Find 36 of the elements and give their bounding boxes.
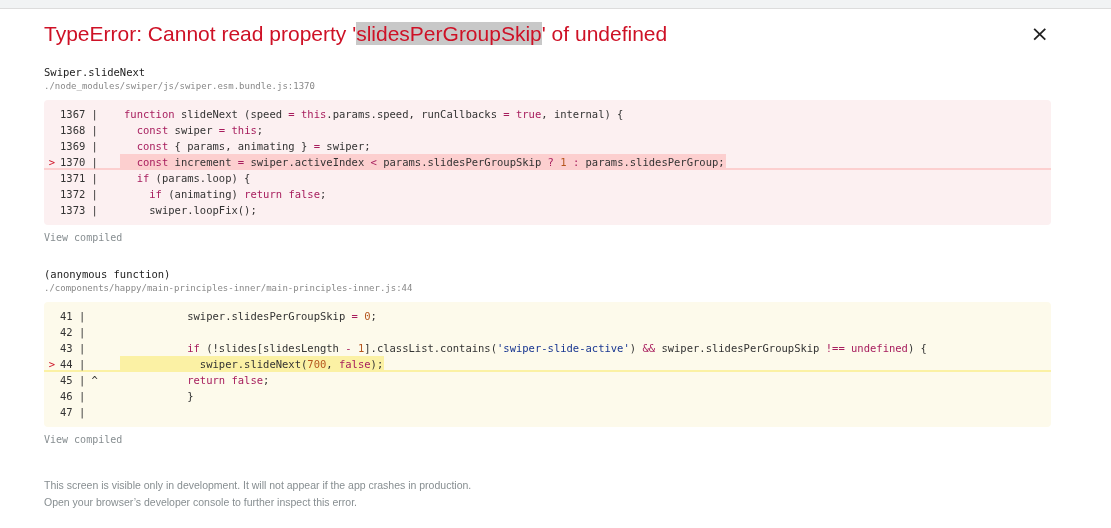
code-line: } [186, 389, 195, 404]
code-line: swiper.slidesPerGroupSkip = 0; [186, 309, 378, 324]
code-line: return false; [186, 373, 271, 388]
pointer-marker: > [47, 358, 57, 370]
line-number: 1371 | [60, 172, 99, 184]
code-line: swiper.loopFix(); [148, 203, 258, 218]
line-number: 41 | [60, 310, 87, 322]
line-number: 42 | [60, 326, 87, 338]
file-path: ./components/happy/main-principles-inner/main-principles-inner.js:44 [44, 282, 414, 295]
footer-text: This screen is visible only in development. It will not appear if the app crashes in production. [44, 478, 473, 493]
function-name: Swiper.slideNext [44, 65, 147, 79]
code-line: if (!slides[slidesLength - 1].classList.contains('swiper-slide-active') && swiper.slidesPerGroupSkip !== undefined) { [186, 341, 928, 356]
error-title: TypeError: Cannot read property 'slidesPerGroupSkip' of undefined [44, 21, 668, 47]
view-compiled-link[interactable]: View compiled [44, 232, 123, 243]
footer-text: Open your browser’s developer console to further inspect this error. [44, 495, 359, 510]
line-number: 1368 | [60, 124, 99, 136]
code-line: if (animating) return false; [148, 187, 328, 202]
line-number: 45 | ^ [60, 374, 99, 386]
function-name: (anonymous function) [44, 267, 172, 281]
code-line: if (params.loop) { [135, 171, 252, 186]
line-number: 43 | [60, 342, 87, 354]
line-number: 1370 | [60, 156, 99, 168]
code-line: const swiper = this; [135, 123, 265, 138]
line-number: 44 | [60, 358, 87, 370]
view-compiled-link[interactable]: View compiled [44, 434, 123, 445]
line-number: 1373 | [60, 204, 99, 216]
line-number: 1372 | [60, 188, 99, 200]
pointer-marker: > [47, 156, 57, 168]
line-number: 46 | [60, 390, 87, 402]
code-line: const { params, animating } = swiper; [135, 139, 372, 154]
file-path: ./node_modules/swiper/js/swiper.esm.bundle.js:1370 [44, 80, 316, 93]
line-number: 1367 | [60, 108, 99, 120]
code-line: function slideNext (speed = this.params.speed, runCallbacks = true, internal) { [123, 107, 625, 122]
line-number: 47 | [60, 406, 87, 418]
line-number: 1369 | [60, 140, 99, 152]
close-button[interactable]: × [1026, 23, 1053, 45]
